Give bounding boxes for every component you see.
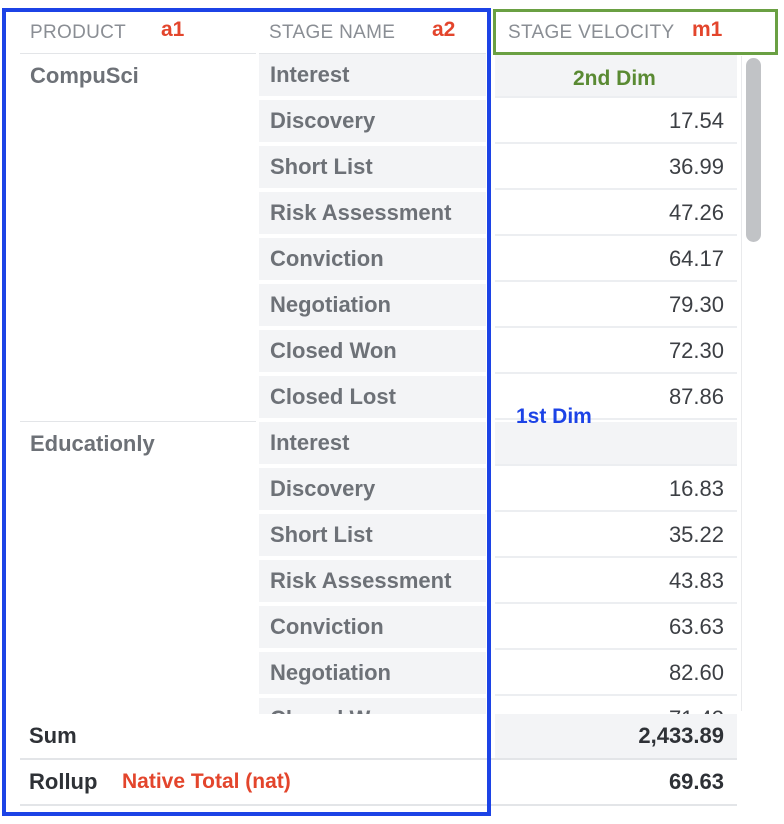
stage-velocity-cell: 36.99 bbox=[495, 146, 737, 190]
annotation-m1: m1 bbox=[692, 18, 723, 41]
table-body[interactable]: CompuSci Interest Discovery 17.54 Short List… bbox=[0, 54, 784, 714]
stage-name-cell: Interest bbox=[259, 422, 486, 466]
stage-velocity-cell: 63.63 bbox=[495, 606, 737, 650]
rollup-value: 69.63 bbox=[668, 769, 724, 794]
stage-velocity-cell: 35.22 bbox=[495, 514, 737, 558]
stage-velocity-cell: 17.54 bbox=[495, 100, 737, 144]
stage-name-cell: Short List bbox=[259, 514, 486, 558]
scrollbar-thumb[interactable] bbox=[746, 58, 761, 242]
sum-label: Sum bbox=[29, 723, 77, 748]
column-header-stage-velocity[interactable]: STAGE VELOCITY bbox=[508, 12, 778, 54]
stage-velocity-cell: 72.30 bbox=[495, 330, 737, 374]
stage-name-cell: Closed Won bbox=[259, 698, 486, 714]
stage-name-cell: Conviction bbox=[259, 238, 486, 282]
annotation-1st-dim: 1st Dim bbox=[516, 405, 592, 428]
stage-velocity-cell: 82.60 bbox=[495, 652, 737, 696]
rollup-label: Rollup bbox=[29, 769, 98, 794]
annotation-native-total: Native Total (nat) bbox=[122, 770, 291, 793]
annotation-a2: a2 bbox=[432, 18, 456, 41]
product-name: CompuSci bbox=[30, 63, 139, 88]
stage-velocity-cell: 43.83 bbox=[495, 560, 737, 604]
stage-velocity-cell: 16.83 bbox=[495, 468, 737, 512]
stage-name-cell: Negotiation bbox=[259, 652, 486, 696]
stage-velocity-cell: 79.30 bbox=[495, 284, 737, 328]
annotation-a1: a1 bbox=[161, 18, 185, 41]
stage-name-cell: Conviction bbox=[259, 606, 486, 650]
sum-value: 2,433.89 bbox=[638, 723, 724, 748]
stage-name-cell: Closed Lost bbox=[259, 376, 486, 420]
stage-name-cell: Interest bbox=[259, 54, 486, 98]
stage-velocity-cell: 47.26 bbox=[495, 192, 737, 236]
stage-name-cell: Closed Won bbox=[259, 330, 486, 374]
product-name: Educationly bbox=[30, 431, 155, 456]
column-header-stage-name[interactable]: STAGE NAME bbox=[269, 12, 489, 54]
stage-name-cell: Discovery bbox=[259, 468, 486, 512]
stage-name-cell: Short List bbox=[259, 146, 486, 190]
stage-name-cell: Discovery bbox=[259, 100, 486, 144]
stage-velocity-cell: 64.17 bbox=[495, 238, 737, 282]
stage-name-cell: Risk Assessment bbox=[259, 560, 486, 604]
stage-velocity-cell: 71.42 bbox=[495, 698, 737, 714]
table-row-sum: Sum 2,433.89 bbox=[20, 714, 737, 758]
stage-name-cell: Risk Assessment bbox=[259, 192, 486, 236]
column-header-product[interactable]: PRODUCT bbox=[30, 12, 256, 54]
footer-divider bbox=[20, 804, 737, 806]
annotation-2nd-dim: 2nd Dim bbox=[573, 67, 656, 90]
product-group-divider bbox=[20, 421, 256, 422]
stage-name-cell: Negotiation bbox=[259, 284, 486, 328]
